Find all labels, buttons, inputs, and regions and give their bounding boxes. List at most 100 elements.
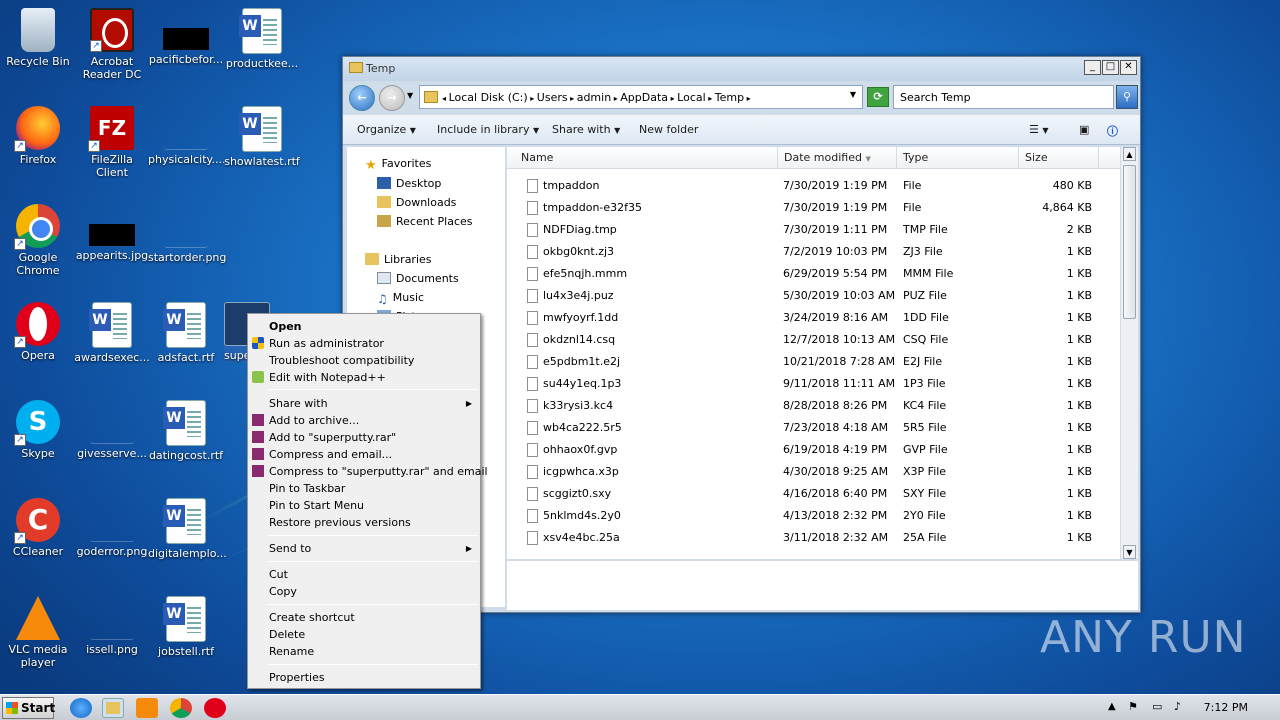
desktop-icon-datingcost[interactable]: datingcost.rtf	[148, 400, 224, 462]
desktop-icon-issell[interactable]: issell.png	[74, 596, 150, 656]
menu-delete[interactable]: Delete	[248, 626, 480, 643]
table-row[interactable]: wb4ca222.5r5 7/23/2018 4:18 AM 5R5 File 1 K…	[507, 417, 1120, 439]
menu-cut[interactable]: Cut	[248, 566, 480, 583]
table-row[interactable]: scggizt0.sxy 4/16/2018 6:40 PM SXY File 1 K…	[507, 483, 1120, 505]
desktop-icon-pacificbefor[interactable]: pacificbefor...	[148, 8, 224, 66]
table-row[interactable]: 5nklmd4s.2y0 4/13/2018 2:32 PM 2Y0 File 1 K…	[507, 505, 1120, 527]
desktop-icon-digitalemplo[interactable]: digitalemplo...	[148, 498, 227, 560]
breadcrumb-users[interactable]: Users	[537, 91, 568, 104]
menu-copy[interactable]: Copy	[248, 583, 480, 600]
table-row[interactable]: okbg0knt.zj3 7/2/2019 10:03 PM ZJ3 File 1 K…	[507, 241, 1120, 263]
menu-edit-notepadpp[interactable]: Edit with Notepad++	[248, 369, 480, 386]
internet-explorer-icon[interactable]	[70, 698, 92, 718]
menu-rename[interactable]: Rename	[248, 643, 480, 660]
desktop-icon-jobstell[interactable]: jobstell.rtf	[148, 596, 224, 658]
media-player-icon[interactable]	[136, 698, 158, 718]
column-size[interactable]: Size	[1019, 147, 1099, 169]
table-row[interactable]: e5pdbm1t.e2j 10/21/2018 7:28 AM E2J File 1 …	[507, 351, 1120, 373]
menu-compress-rar-email[interactable]: Compress to "superputty.rar" and email	[248, 463, 488, 480]
menu-pin-start[interactable]: Pin to Start Menu	[248, 497, 480, 514]
menu-open[interactable]: Open	[248, 318, 480, 335]
maximize-button[interactable]: □	[1102, 60, 1119, 75]
refresh-button[interactable]: ⟳	[867, 87, 889, 107]
nav-documents[interactable]: Documents	[377, 272, 459, 285]
network-icon[interactable]: ▭	[1152, 700, 1162, 713]
file-explorer-icon[interactable]	[102, 698, 124, 718]
organize-button[interactable]: Organize ▼	[357, 123, 416, 136]
breadcrumb-local[interactable]: Local	[677, 91, 706, 104]
column-type[interactable]: Type	[897, 147, 1019, 169]
nav-favorites[interactable]: ★ Favorites	[365, 157, 431, 173]
menu-troubleshoot[interactable]: Troubleshoot compatibility	[248, 352, 480, 369]
back-button[interactable]: ←	[349, 85, 375, 111]
menu-pin-taskbar[interactable]: Pin to Taskbar	[248, 480, 480, 497]
title-bar[interactable]: Temp _ □ ✕	[343, 57, 1140, 81]
scroll-down-arrow-icon[interactable]: ▼	[1123, 545, 1136, 559]
desktop-icon-startorder[interactable]: startorder.png	[148, 204, 226, 264]
chrome-icon[interactable]	[170, 698, 192, 718]
vertical-scrollbar[interactable]: ▲ ▼	[1120, 147, 1138, 559]
column-date-modified[interactable]: Date modified ▼	[778, 147, 897, 169]
desktop-icon-ccleaner[interactable]: ↗CCleaner	[0, 498, 76, 558]
desktop-icon-firefox[interactable]: ↗ Firefox	[0, 106, 76, 166]
desktop-icon-showlatest[interactable]: showlatest.rtf	[224, 106, 300, 168]
desktop-icon-physicalcity[interactable]: physicalcity....	[148, 106, 225, 166]
table-row[interactable]: tmpaddon-e32f35 7/30/2019 1:19 PM File 4,86…	[507, 197, 1120, 219]
scroll-up-arrow-icon[interactable]: ▲	[1123, 147, 1136, 161]
search-input[interactable]: Search Temp	[893, 85, 1114, 109]
table-row[interactable]: lu4x3e4j.puz 5/30/2019 10:03 AM PUZ File 1 …	[507, 285, 1120, 307]
forward-button[interactable]: →	[379, 85, 405, 111]
table-row[interactable]: xsv4e4bc.25a 3/11/2018 2:32 AM 25A File 1 K…	[507, 527, 1120, 549]
minimize-button[interactable]: _	[1084, 60, 1101, 75]
menu-share-with[interactable]: Share with ▶	[248, 395, 480, 412]
volume-icon[interactable]: ♪	[1174, 700, 1181, 713]
desktop-icon-adsfact[interactable]: adsfact.rtf	[148, 302, 224, 364]
menu-run-as-admin[interactable]: Run as administrator	[248, 335, 480, 352]
menu-restore-versions[interactable]: Restore previous versions	[248, 514, 480, 531]
desktop-icon-vlc[interactable]: VLC media player	[0, 596, 76, 669]
start-button[interactable]: Start	[2, 697, 55, 719]
desktop-icon-productkee[interactable]: productkee...	[224, 8, 300, 70]
desktop-icon-givesserve[interactable]: givesserve...	[74, 400, 150, 460]
menu-add-to-archive[interactable]: Add to archive...	[248, 412, 480, 429]
share-with-button[interactable]: Share with ▼	[552, 123, 620, 136]
tray-expand-icon[interactable]: ▲	[1108, 701, 1116, 712]
action-center-icon[interactable]: ⚑	[1128, 700, 1138, 713]
help-icon[interactable]: ⓘ	[1107, 123, 1118, 139]
menu-send-to[interactable]: Send to ▶	[248, 540, 480, 557]
table-row[interactable]: k33rysi3.kc4 8/28/2018 8:26 PM KC4 File 1 K…	[507, 395, 1120, 417]
nav-downloads[interactable]: Downloads	[377, 196, 456, 209]
desktop-icon-goderror[interactable]: goderror.png	[74, 498, 150, 558]
menu-create-shortcut[interactable]: Create shortcut	[248, 609, 480, 626]
table-row[interactable]: mwfyoyrf.1dd 3/24/2019 8:16 AM 1DD File 1 K…	[507, 307, 1120, 329]
table-row[interactable]: tmpaddon 7/30/2019 1:19 PM File 480 KB	[507, 175, 1120, 197]
table-row[interactable]: ohhaox0f.gvp 6/19/2018 4:19 PM GVP File 1 K…	[507, 439, 1120, 461]
nav-music[interactable]: ♫ Music	[377, 291, 424, 306]
breadcrumb-admin[interactable]: admin	[577, 91, 611, 104]
desktop-icon-appearits[interactable]: appearits.jpg	[74, 204, 150, 262]
search-icon[interactable]: ⚲	[1116, 85, 1138, 109]
table-row[interactable]: icgpwhca.x3p 4/30/2018 9:25 AM X3P File 1 K…	[507, 461, 1120, 483]
table-row[interactable]: okdznl14.csq 12/7/2018 10:13 AM CSQ File 1 …	[507, 329, 1120, 351]
desktop-icon-skype[interactable]: ↗Skype	[0, 400, 76, 460]
include-in-library-button[interactable]: Include in library ▼	[437, 123, 539, 136]
desktop-icon-awardsexec[interactable]: awardsexec...	[74, 302, 150, 364]
breadcrumb-local-disk[interactable]: Local Disk (C:)	[449, 91, 528, 104]
table-row[interactable]: NDFDiag.tmp 7/30/2019 1:11 PM TMP File 2 KB	[507, 219, 1120, 241]
desktop-icon-filezilla[interactable]: ↗FileZilla Client	[74, 106, 150, 179]
desktop-icon-opera[interactable]: ↗ Opera	[0, 302, 76, 362]
recent-pages-chevron-icon[interactable]: ▼	[407, 91, 413, 100]
desktop-icon-recycle-bin[interactable]: Recycle Bin	[0, 8, 76, 68]
desktop-icon-acrobat[interactable]: ↗ Acrobat Reader DC	[74, 8, 150, 81]
clock[interactable]: 7:12 PM	[1204, 701, 1248, 714]
preview-pane-icon[interactable]: ▣	[1079, 123, 1089, 136]
nav-libraries[interactable]: Libraries	[365, 253, 432, 266]
opera-icon[interactable]	[204, 698, 226, 718]
table-row[interactable]: efe5nqjh.mmm 6/29/2019 5:54 PM MMM File 1 K…	[507, 263, 1120, 285]
nav-desktop[interactable]: Desktop	[377, 177, 441, 190]
desktop-icon-chrome[interactable]: ↗ Google Chrome	[0, 204, 76, 277]
view-options-icon[interactable]: ☰ ▼	[1029, 123, 1049, 136]
scroll-thumb[interactable]	[1123, 165, 1136, 319]
address-dropdown-icon[interactable]: ▼	[850, 90, 856, 99]
nav-recent-places[interactable]: Recent Places	[377, 215, 473, 228]
